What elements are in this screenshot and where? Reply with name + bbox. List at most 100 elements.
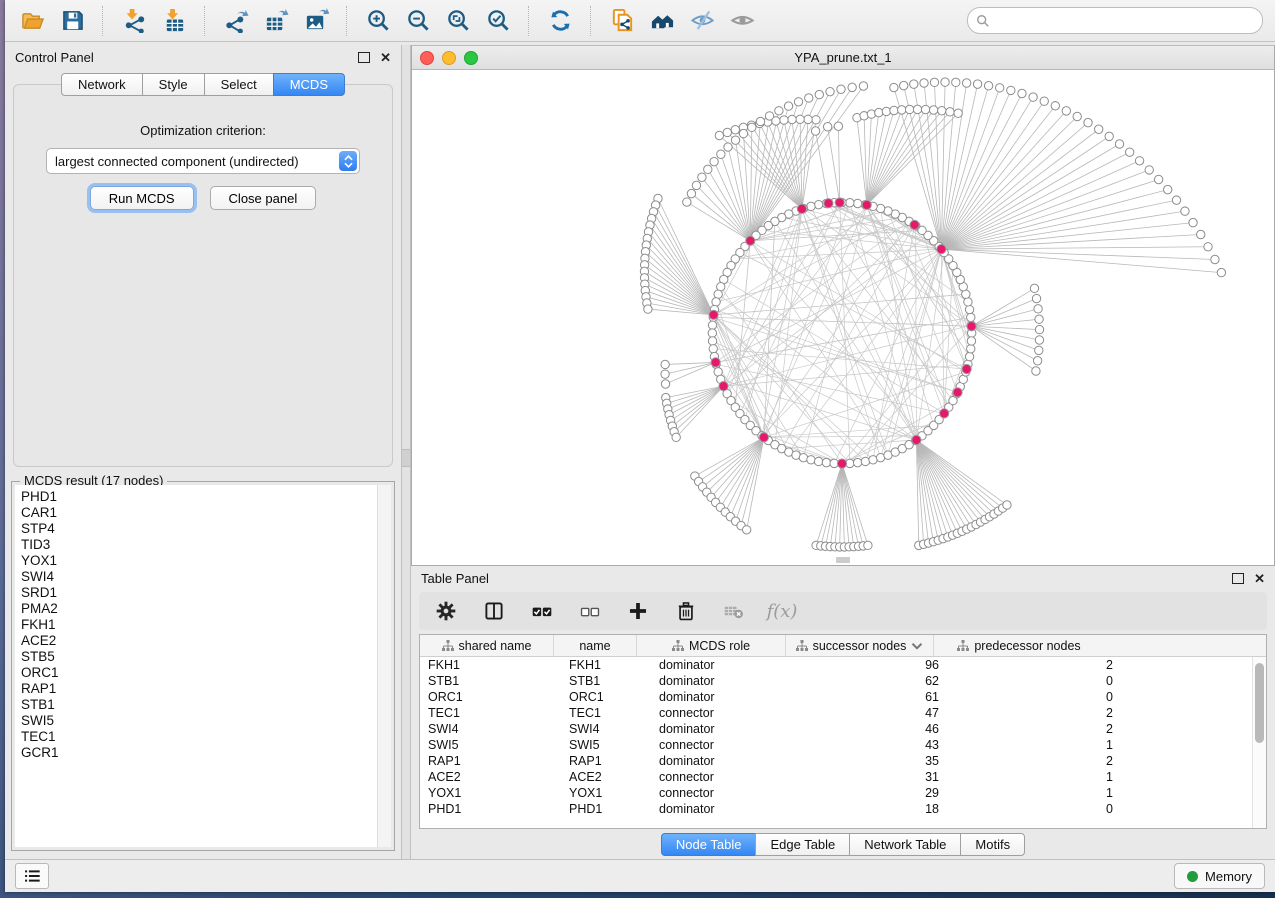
table-row[interactable]: STB1STB1dominator620 [420, 673, 1266, 689]
zoom-out-button[interactable] [403, 6, 433, 36]
table-scrollbar-thumb[interactable] [1255, 663, 1264, 743]
column-header-successor-nodes[interactable]: successor nodes [786, 635, 934, 656]
table-row[interactable]: SWI5SWI5connector431 [420, 737, 1266, 753]
export-table-button[interactable] [261, 6, 291, 36]
table-row[interactable]: TEC1TEC1connector472 [420, 705, 1266, 721]
network-canvas[interactable] [412, 70, 1274, 565]
mcds-result-item[interactable]: GCR1 [21, 745, 391, 761]
tab-network-table[interactable]: Network Table [849, 833, 960, 856]
search-input[interactable] [996, 12, 1254, 29]
table-row[interactable]: PHD1PHD1dominator180 [420, 801, 1266, 817]
duplicate-network-button[interactable] [607, 6, 637, 36]
close-panel-button[interactable]: Close panel [210, 186, 317, 210]
table-row[interactable]: RAP1RAP1dominator352 [420, 753, 1266, 769]
maximize-window-icon[interactable] [464, 51, 478, 65]
toolbar-separator [590, 6, 592, 36]
dominator-node [759, 433, 768, 442]
hide-selected-button[interactable] [687, 6, 717, 36]
memory-button[interactable]: Memory [1174, 863, 1265, 889]
horizontal-splitter-grip[interactable] [836, 557, 850, 563]
table-scrollbar[interactable] [1252, 657, 1266, 828]
close-panel-icon[interactable]: ✕ [380, 51, 391, 64]
table-row[interactable]: SWI4SWI4dominator462 [420, 721, 1266, 737]
mcds-result-item[interactable]: PMA2 [21, 601, 391, 617]
mcds-result-item[interactable]: TEC1 [21, 729, 391, 745]
mcds-result-item[interactable]: STB5 [21, 649, 391, 665]
function-builder-button[interactable]: f(x) [769, 598, 795, 624]
mcds-result-item[interactable]: RAP1 [21, 681, 391, 697]
zoom-fit-button[interactable] [443, 6, 473, 36]
mcds-result-item[interactable]: STB1 [21, 697, 391, 713]
import-network-button[interactable] [119, 6, 149, 36]
tab-edge-table[interactable]: Edge Table [755, 833, 849, 856]
column-header-mcds-role[interactable]: MCDS role [637, 635, 786, 656]
mcds-list-scrollbar[interactable] [377, 485, 391, 847]
app-window: Control Panel ✕ Network Style Select MCD… [5, 0, 1275, 892]
delete-table-button[interactable] [721, 598, 747, 624]
tab-network[interactable]: Network [61, 73, 142, 96]
mcds-result-item[interactable]: SRD1 [21, 585, 391, 601]
mcds-result-item[interactable]: CAR1 [21, 505, 391, 521]
select-all-button[interactable] [529, 598, 555, 624]
mcds-result-item[interactable]: STP4 [21, 521, 391, 537]
ring-node [708, 337, 716, 345]
leaf-node [804, 115, 812, 123]
close-panel-icon[interactable]: ✕ [1254, 572, 1265, 585]
splitter-grip[interactable] [402, 449, 410, 467]
control-panel-tabs: Network Style Select MCDS [5, 73, 401, 96]
task-history-button[interactable] [15, 863, 49, 889]
column-header-shared-name[interactable]: shared name [420, 635, 554, 656]
first-neighbors-button[interactable] [647, 6, 677, 36]
export-network-button[interactable] [221, 6, 251, 36]
table-row[interactable]: ACE2ACE2connector311 [420, 769, 1266, 785]
mcds-result-list[interactable]: PHD1CAR1STP4TID3YOX1SWI4SRD1PMA2FKH1ACE2… [15, 485, 391, 847]
float-panel-icon[interactable] [1232, 573, 1244, 584]
table-row[interactable]: FKH1FKH1dominator962 [420, 657, 1266, 673]
float-panel-icon[interactable] [358, 52, 370, 63]
criterion-dropdown[interactable]: largest connected component (undirected) [46, 148, 360, 174]
table-settings-button[interactable] [433, 598, 459, 624]
minimize-window-icon[interactable] [442, 51, 456, 65]
zoom-in-button[interactable] [363, 6, 393, 36]
deselect-all-button[interactable] [577, 598, 603, 624]
cell-name: PHD1 [561, 802, 651, 816]
ring-node [965, 352, 973, 360]
refresh-button[interactable] [545, 6, 575, 36]
mcds-result-item[interactable]: YOX1 [21, 553, 391, 569]
export-image-button[interactable] [301, 6, 331, 36]
show-all-button[interactable] [727, 6, 757, 36]
import-table-button[interactable] [159, 6, 189, 36]
zoom-fit-icon [446, 8, 471, 33]
leaf-node [710, 157, 718, 165]
run-mcds-button[interactable]: Run MCDS [90, 186, 194, 210]
save-session-button[interactable] [57, 6, 87, 36]
tab-select[interactable]: Select [204, 73, 273, 96]
add-column-button[interactable] [625, 598, 651, 624]
delete-column-button[interactable] [673, 598, 699, 624]
mcds-result-item[interactable]: PHD1 [21, 489, 391, 505]
mcds-result-item[interactable]: ACE2 [21, 633, 391, 649]
network-graph[interactable] [412, 70, 1274, 565]
mcds-result-item[interactable]: FKH1 [21, 617, 391, 633]
mcds-result-item[interactable]: ORC1 [21, 665, 391, 681]
split-columns-button[interactable] [481, 598, 507, 624]
open-file-button[interactable] [17, 6, 47, 36]
close-window-icon[interactable] [420, 51, 434, 65]
leaf-node [1030, 284, 1038, 292]
tab-node-table[interactable]: Node Table [661, 833, 756, 856]
table-row[interactable]: ORC1ORC1dominator610 [420, 689, 1266, 705]
search-field[interactable] [967, 7, 1263, 34]
network-window-titlebar: YPA_prune.txt_1 [412, 46, 1274, 70]
mcds-result-item[interactable]: TID3 [21, 537, 391, 553]
dominator-node [824, 199, 833, 208]
column-header-name[interactable]: name [554, 635, 637, 656]
table-row[interactable]: YOX1YOX1connector291 [420, 785, 1266, 801]
mcds-result-item[interactable]: SWI4 [21, 569, 391, 585]
column-header-predecessor-nodes[interactable]: predecessor nodes [934, 635, 1104, 656]
mcds-result-item[interactable]: SWI5 [21, 713, 391, 729]
tab-style[interactable]: Style [142, 73, 204, 96]
tab-mcds[interactable]: MCDS [273, 73, 345, 96]
zoom-selected-button[interactable] [483, 6, 513, 36]
tab-motifs[interactable]: Motifs [960, 833, 1025, 856]
vertical-splitter[interactable] [401, 45, 411, 859]
